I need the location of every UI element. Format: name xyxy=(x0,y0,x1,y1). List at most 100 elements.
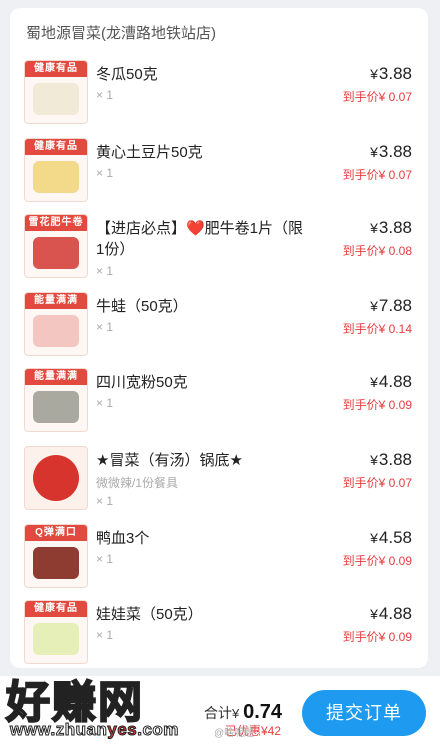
item-name: ★冒菜（有汤）锅底★ xyxy=(96,452,243,469)
final-price-value: ¥ 0.09 xyxy=(378,630,412,644)
total-text: 合计 xyxy=(204,705,232,721)
final-price: 到手价¥ 0.09 xyxy=(343,552,412,569)
item-thumbnail[interactable]: 雪花肥牛卷 xyxy=(24,214,88,278)
item-spec: 微微辣/1份餐具 xyxy=(96,476,179,490)
item-thumbnail[interactable]: 能量满满 xyxy=(24,292,88,356)
order-item[interactable]: ★冒菜（有汤）锅底★ 微微辣/1份餐具 × 1 ¥3.88 到手价¥ 0.07 xyxy=(10,446,428,516)
final-price-value: ¥ 0.07 xyxy=(378,476,412,490)
final-price: 到手价¥ 0.14 xyxy=(343,320,412,337)
final-price: 到手价¥ 0.07 xyxy=(343,474,412,491)
final-price-label: 到手价 xyxy=(342,168,379,182)
item-thumbnail[interactable]: 健康有品 xyxy=(24,600,88,664)
price-value: 4.58 xyxy=(378,528,412,547)
item-price: ¥7.88 xyxy=(370,296,412,316)
final-price: 到手价¥ 0.09 xyxy=(343,628,412,645)
item-name: 冬瓜50克 xyxy=(96,66,158,83)
order-item[interactable]: 能量满满 牛蛙（50克） × 1 ¥7.88 到手价¥ 0.14 xyxy=(10,292,428,362)
item-name: 牛蛙（50克） xyxy=(96,298,188,315)
price-value: 4.88 xyxy=(378,604,412,623)
order-item[interactable]: 雪花肥牛卷 【进店必点】❤️肥牛卷1片（限1份） × 1 ¥3.88 到手价¥ 0.08 xyxy=(10,214,428,284)
food-image xyxy=(33,237,79,269)
final-price-value: ¥ 0.09 xyxy=(378,398,412,412)
price-currency: ¥ xyxy=(370,530,378,546)
price-value: 4.88 xyxy=(378,372,412,391)
weibo-watermark: @啥呢题 xyxy=(214,728,255,739)
final-price-value: ¥ 0.07 xyxy=(378,90,412,104)
store-name[interactable]: 蜀地源冒菜(龙漕路地铁站店) xyxy=(26,22,216,43)
item-badge: 雪花肥牛卷 xyxy=(25,215,87,231)
food-image xyxy=(33,315,79,347)
food-image xyxy=(33,623,79,655)
price-currency: ¥ xyxy=(370,606,378,622)
final-price-label: 到手价 xyxy=(342,554,379,568)
total-label: 合计¥ 0.74 xyxy=(204,701,282,724)
final-price-label: 到手价 xyxy=(342,244,379,258)
order-card: 蜀地源冒菜(龙漕路地铁站店) 健康有品 冬瓜50克 × 1 ¥3.88 到手价¥ 0.0… xyxy=(10,8,428,668)
order-item[interactable]: 能量满满 四川宽粉50克 × 1 ¥4.88 到手价¥ 0.09 xyxy=(10,368,428,438)
food-image xyxy=(33,161,79,193)
item-name: 四川宽粉50克 xyxy=(96,374,188,391)
item-name: 黄心土豆片50克 xyxy=(96,144,203,161)
price-currency: ¥ xyxy=(370,66,378,82)
price-currency: ¥ xyxy=(370,298,378,314)
order-item[interactable]: Q弹满口 鸭血3个 × 1 ¥4.58 到手价¥ 0.09 xyxy=(10,524,428,594)
item-name: 鸭血3个 xyxy=(96,530,150,547)
item-quantity: × 1 xyxy=(96,264,114,278)
item-name: 【进店必点】❤️肥牛卷1片（限1份） xyxy=(96,220,304,258)
item-badge: Q弹满口 xyxy=(25,525,87,541)
final-price-value: ¥ 0.14 xyxy=(378,322,412,336)
item-price: ¥3.88 xyxy=(370,64,412,84)
final-price: 到手价¥ 0.07 xyxy=(343,88,412,105)
item-quantity: × 1 xyxy=(96,628,114,642)
final-price-label: 到手价 xyxy=(342,630,379,644)
item-quantity: × 1 xyxy=(96,494,114,508)
item-quantity: × 1 xyxy=(96,88,114,102)
total-currency: ¥ xyxy=(232,706,240,721)
item-name: 娃娃菜（50克） xyxy=(96,606,203,623)
final-price-label: 到手价 xyxy=(342,398,379,412)
final-price-label: 到手价 xyxy=(342,90,379,104)
order-item[interactable]: 健康有品 娃娃菜（50克） × 1 ¥4.88 到手价¥ 0.09 xyxy=(10,600,428,668)
submit-order-button[interactable]: 提交订单 xyxy=(302,690,426,736)
price-value: 3.88 xyxy=(378,450,412,469)
item-badge: 能量满满 xyxy=(25,293,87,309)
final-price-label: 到手价 xyxy=(342,322,379,336)
item-badge: 健康有品 xyxy=(25,61,87,77)
item-price: ¥4.58 xyxy=(370,528,412,548)
final-price: 到手价¥ 0.09 xyxy=(343,396,412,413)
item-thumbnail[interactable]: 健康有品 xyxy=(24,60,88,124)
item-thumbnail[interactable]: Q弹满口 xyxy=(24,524,88,588)
order-item[interactable]: 健康有品 黄心土豆片50克 × 1 ¥3.88 到手价¥ 0.07 xyxy=(10,138,428,208)
item-price: ¥3.88 xyxy=(370,218,412,238)
food-image xyxy=(33,83,79,115)
final-price-value: ¥ 0.09 xyxy=(378,554,412,568)
final-price-value: ¥ 0.08 xyxy=(378,244,412,258)
item-price: ¥4.88 xyxy=(370,372,412,392)
price-value: 3.88 xyxy=(378,64,412,83)
price-currency: ¥ xyxy=(370,452,378,468)
item-badge: 能量满满 xyxy=(25,369,87,385)
item-badge: 健康有品 xyxy=(25,139,87,155)
final-price: 到手价¥ 0.07 xyxy=(343,166,412,183)
final-price-value: ¥ 0.07 xyxy=(378,168,412,182)
price-currency: ¥ xyxy=(370,374,378,390)
item-price: ¥3.88 xyxy=(370,142,412,162)
item-quantity: × 1 xyxy=(96,396,114,410)
food-image xyxy=(33,547,79,579)
food-image xyxy=(33,455,79,501)
item-thumbnail[interactable] xyxy=(24,446,88,510)
price-value: 3.88 xyxy=(378,142,412,161)
item-price: ¥4.88 xyxy=(370,604,412,624)
total-amount: 0.74 xyxy=(243,701,283,723)
final-price-label: 到手价 xyxy=(342,476,379,490)
item-quantity: × 1 xyxy=(96,552,114,566)
price-currency: ¥ xyxy=(370,144,378,160)
item-quantity: × 1 xyxy=(96,320,114,334)
item-thumbnail[interactable]: 健康有品 xyxy=(24,138,88,202)
order-item[interactable]: 健康有品 冬瓜50克 × 1 ¥3.88 到手价¥ 0.07 xyxy=(10,60,428,130)
price-currency: ¥ xyxy=(370,220,378,236)
final-price: 到手价¥ 0.08 xyxy=(343,242,412,259)
food-image xyxy=(33,391,79,423)
price-value: 3.88 xyxy=(378,218,412,237)
item-thumbnail[interactable]: 能量满满 xyxy=(24,368,88,432)
